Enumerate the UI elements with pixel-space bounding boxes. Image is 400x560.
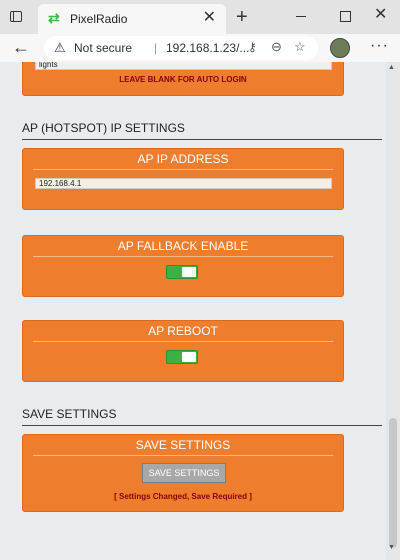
save-status-text: [ Settings Changed, Save Required ] [114,492,252,501]
ap-settings-heading: AP (HOTSPOT) IP SETTINGS [22,121,185,135]
login-input[interactable]: lights [35,62,332,70]
pixelradio-favicon-icon: ⇄ [48,10,60,26]
tab-title: PixelRadio [70,12,128,26]
save-settings-divider [22,425,382,426]
save-settings-title: SAVE SETTINGS [135,438,231,452]
profile-avatar[interactable] [330,38,350,58]
save-settings-button[interactable]: SAVE SETTINGS [142,463,226,483]
save-settings-heading: SAVE SETTINGS [22,407,117,421]
ap-ip-input[interactable]: 192.168.4.1 [35,178,332,189]
ap-fallback-title: AP FALLBACK ENABLE [117,239,249,253]
url-field[interactable]: ⚠ Not secure | 192.168.1.23/... ⚷ ⊖ ☆ [44,36,318,60]
ap-reboot-toggle[interactable] [166,350,198,364]
window-close-icon[interactable]: ✕ [374,6,387,24]
zoom-out-icon[interactable]: ⊖ [271,39,282,55]
warning-icon[interactable]: ⚠ [54,40,66,56]
more-menu-icon[interactable]: ··· [370,37,389,55]
browser-tab[interactable]: ⇄ PixelRadio ✕ [38,4,226,34]
ap-fallback-toggle[interactable] [166,265,198,279]
key-icon[interactable]: ⚷ [248,40,257,54]
tab-close-icon[interactable]: ✕ [203,9,216,27]
address-bar: ← ⚠ Not secure | 192.168.1.23/... ⚷ ⊖ ☆ … [0,34,400,63]
login-card: lights LEAVE BLANK FOR AUTO LOGIN [22,62,344,96]
not-secure-label[interactable]: Not secure [74,41,132,55]
new-tab-button[interactable]: + [236,7,248,27]
url-separator: | [154,41,158,55]
tab-strip: ⇄ PixelRadio ✕ + ✕ [0,0,400,34]
add-favorite-icon[interactable]: ☆ [294,39,306,55]
auto-login-hint: LEAVE BLANK FOR AUTO LOGIN [119,75,247,84]
ap-reboot-title: AP REBOOT [148,324,218,338]
window-minimize-icon[interactable] [296,16,306,17]
save-settings-card: SAVE SETTINGS SAVE SETTINGS [ Settings C… [22,434,344,512]
window-maximize-icon[interactable] [340,11,351,22]
ap-settings-divider [22,139,382,140]
scroll-down-icon[interactable]: ▼ [388,544,395,551]
ap-reboot-card: AP REBOOT [22,320,344,382]
page-scrollbar[interactable]: ▲ ▼ [386,62,400,560]
ap-ip-title: AP IP ADDRESS [137,152,229,166]
scroll-up-icon[interactable]: ▲ [388,64,395,71]
back-arrow-icon[interactable]: ← [12,37,30,57]
tab-actions-icon[interactable] [8,8,26,26]
ap-ip-divider [33,169,333,170]
ap-reboot-divider [33,341,333,342]
save-settings-rule [33,455,333,456]
ap-fallback-divider [33,256,333,257]
page-content: lights LEAVE BLANK FOR AUTO LOGIN AP (HO… [0,62,386,560]
ap-ip-card: AP IP ADDRESS 192.168.4.1 [22,148,344,210]
ap-fallback-card: AP FALLBACK ENABLE [22,235,344,297]
scroll-thumb[interactable] [389,418,397,548]
url-text[interactable]: 192.168.1.23/... [166,41,249,55]
